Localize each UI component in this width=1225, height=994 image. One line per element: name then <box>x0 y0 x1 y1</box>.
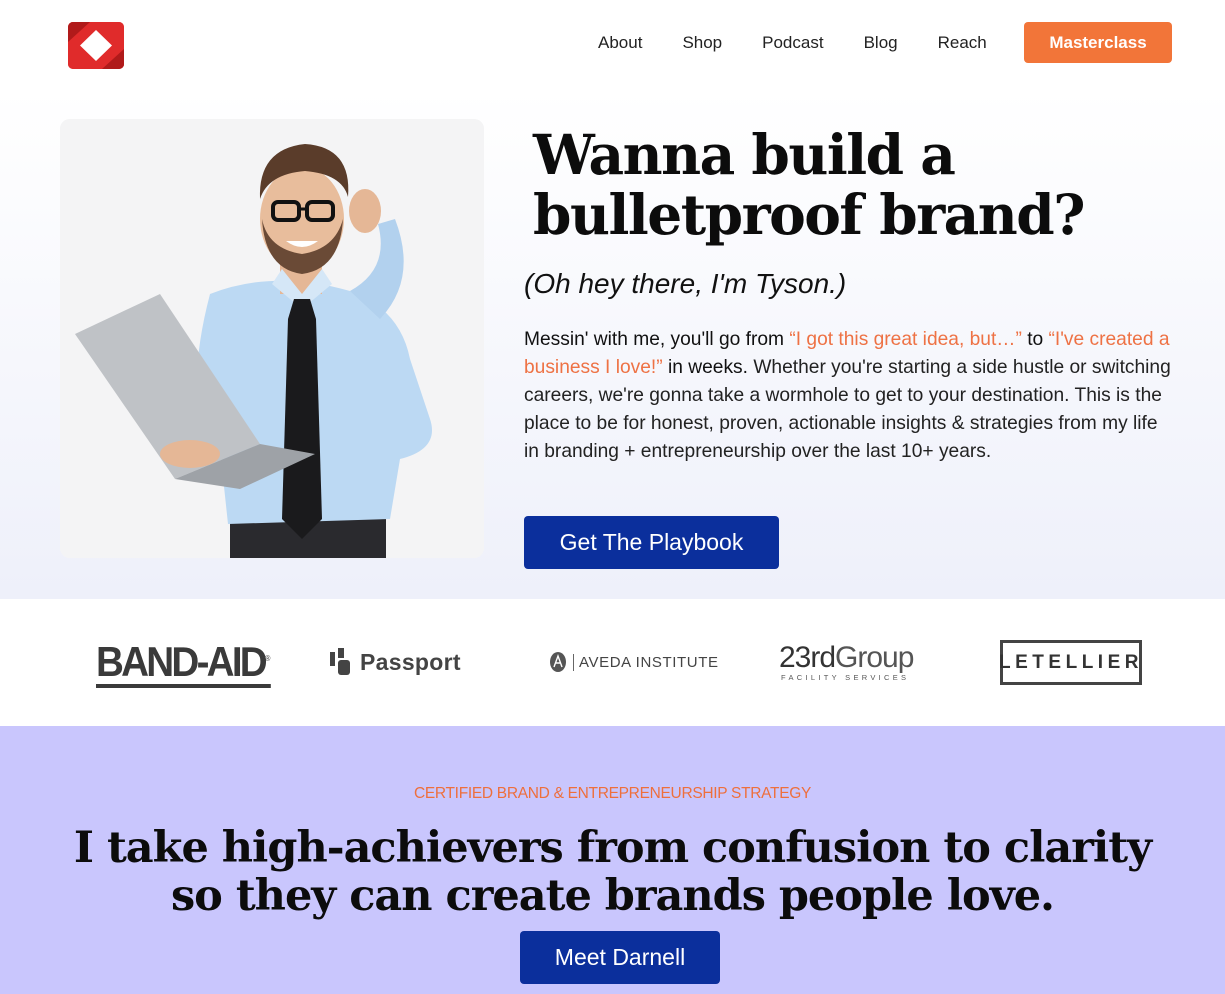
hero-photo <box>60 119 484 558</box>
registered-mark: ® <box>264 654 271 663</box>
23rd-group-logo: 23rdGroup FACILITY SERVICES <box>779 641 914 683</box>
client-logos-strip: BAND-AID® Passport AVEDA INSTITUTE 23rdG… <box>0 599 1225 726</box>
get-playbook-button[interactable]: Get The Playbook <box>524 516 779 569</box>
bandaid-text: BAND-AID <box>96 638 268 685</box>
passport-text: Passport <box>360 648 461 675</box>
diamond-logo-icon <box>68 22 124 69</box>
nav-podcast[interactable]: Podcast <box>762 32 823 54</box>
strategy-eyebrow: CERTIFIED BRAND & ENTREPRENEURSHIP STRAT… <box>413 785 812 802</box>
letellier-logo: LETELLIER <box>999 640 1142 685</box>
site-logo[interactable] <box>68 22 124 69</box>
meet-darnell-button[interactable]: Meet Darnell <box>520 931 720 984</box>
nav-blog[interactable]: Blog <box>864 32 898 54</box>
hero-subtitle: (Oh hey there, I'm Tyson.) <box>524 268 847 299</box>
passport-mark-icon <box>330 648 350 675</box>
hero-body-quote-1: “I got this great idea, but…” <box>789 329 1022 350</box>
23rd-text: 23rd <box>779 641 836 674</box>
main-nav: About Shop Podcast Blog Reach <box>598 32 987 54</box>
group-text: Group <box>835 641 914 674</box>
hero-body-to: to <box>1021 329 1049 350</box>
strategy-title: I take high-achievers from confusion to … <box>73 823 1152 921</box>
facility-services-text: FACILITY SERVICES <box>781 673 910 682</box>
man-with-laptop-illustration <box>60 119 484 558</box>
nav-reach[interactable]: Reach <box>938 32 987 54</box>
bandaid-logo: BAND-AID® <box>96 637 271 688</box>
hero-section: Wanna build a bulletproof brand? (Oh hey… <box>0 90 1225 599</box>
nav-shop[interactable]: Shop <box>682 32 722 54</box>
hero-body-in-weeks: in weeks. <box>662 357 748 378</box>
hero-body-intro: Messin' with me, you'll go from <box>524 329 790 350</box>
nav-about[interactable]: About <box>598 32 642 54</box>
23rd-group-wordmark: 23rdGroup <box>779 641 914 674</box>
hero-title: Wanna build a bulletproof brand? <box>533 122 1085 247</box>
passport-logo: Passport <box>329 648 461 676</box>
hero-body: Messin' with me, you'll go from “I got t… <box>524 326 1174 466</box>
aveda-text: AVEDA INSTITUTE <box>573 653 719 671</box>
masterclass-button[interactable]: Masterclass <box>1024 22 1172 63</box>
strategy-section: CERTIFIED BRAND & ENTREPRENEURSHIP STRAT… <box>0 726 1225 994</box>
aveda-a-icon <box>550 652 566 672</box>
site-header: About Shop Podcast Blog Reach Masterclas… <box>0 0 1225 90</box>
aveda-institute-logo: AVEDA INSTITUTE <box>549 651 719 673</box>
